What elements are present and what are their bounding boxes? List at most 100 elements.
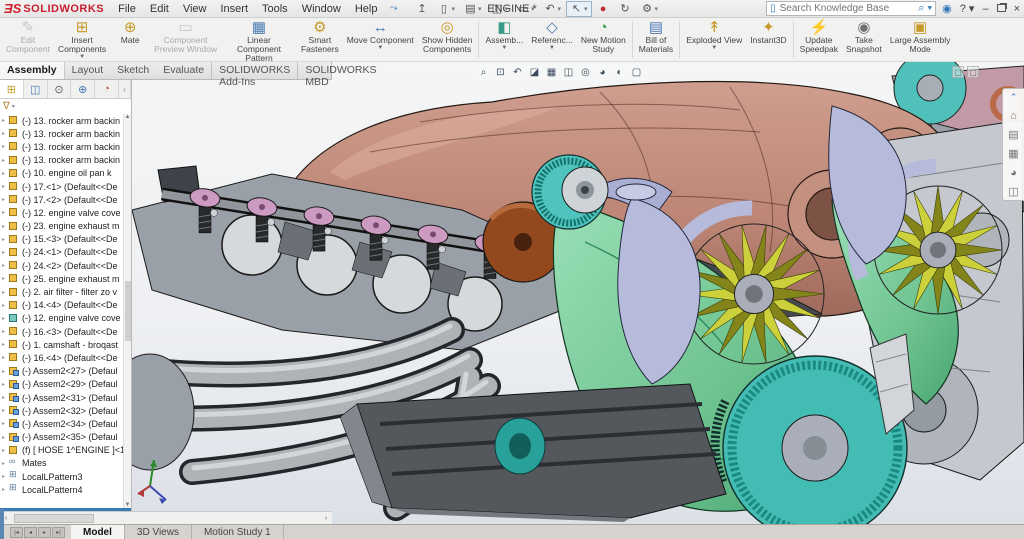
- expand-arrow-icon[interactable]: ▸: [2, 368, 9, 375]
- open-document-icon[interactable]: ▤▾: [460, 1, 486, 17]
- tree-item[interactable]: ▸(-) 2. air filter - filter zo v: [0, 285, 123, 298]
- login-icon[interactable]: ◉: [942, 2, 952, 15]
- tree-item[interactable]: ▸(-) 13. rocker arm backin: [0, 114, 123, 127]
- search-input[interactable]: [780, 3, 919, 14]
- graphics-area[interactable]: ⌕⊡↶◪▦◫◎◕◐▢ ▢ ▢ ⌃⌂▤▦◕◫: [0, 62, 1024, 524]
- dropdown-caret-icon[interactable]: ▼: [79, 54, 85, 60]
- bottom-tab-3d-views[interactable]: 3D Views: [125, 525, 192, 539]
- help-button[interactable]: ? ▾: [960, 2, 975, 15]
- tree-item[interactable]: ▸(-) 16.<3> (Default<<De: [0, 325, 123, 338]
- tree-filter-row[interactable]: ∇ ▾: [0, 99, 131, 114]
- horizontal-scrollbar[interactable]: ‹ ›: [0, 511, 332, 524]
- collapse-taskpane-icon[interactable]: ⌃: [1010, 91, 1018, 103]
- tree-item[interactable]: ▸(-) 24.<1> (Default<<De: [0, 246, 123, 259]
- move-component-button[interactable]: ↔Move Component▼: [343, 19, 418, 60]
- large-assembly-mode-button[interactable]: ▣Large Assembly Mode: [886, 19, 954, 60]
- tree-item[interactable]: ▸(-) 17.<2> (Default<<De: [0, 193, 123, 206]
- print-icon[interactable]: ▭▾: [513, 1, 539, 17]
- mate-button[interactable]: ⊕Mate: [110, 19, 150, 60]
- hscroll-right-icon[interactable]: ›: [320, 515, 332, 522]
- expand-arrow-icon[interactable]: ▸: [2, 170, 9, 177]
- show-hidden-components-button[interactable]: ◎Show Hidden Components: [418, 19, 477, 60]
- tree-item[interactable]: ▸(-) Assem2<31> (Defaul: [0, 391, 123, 404]
- design-library-icon[interactable]: ▤: [1008, 129, 1018, 141]
- expand-arrow-icon[interactable]: ▸: [2, 223, 9, 230]
- dropdown-caret-icon[interactable]: ▼: [711, 45, 717, 51]
- more-tabs[interactable]: ›: [119, 80, 131, 98]
- dropdown-caret-icon[interactable]: ▼: [377, 45, 383, 51]
- tab-solidworks-add-ins[interactable]: SOLIDWORKS Add-Ins: [211, 62, 297, 79]
- tree-item[interactable]: ▸(-) Assem2<27> (Defaul: [0, 365, 123, 378]
- options-icon[interactable]: ⚙▾: [637, 1, 663, 17]
- filter-caret-icon[interactable]: ▾: [12, 103, 15, 110]
- tree-item[interactable]: ▸(-) 16.<4> (Default<<De: [0, 351, 123, 364]
- apply-scene-icon[interactable]: ◐: [613, 66, 626, 79]
- scroll-down-icon[interactable]: ▼: [125, 502, 131, 508]
- expand-arrow-icon[interactable]: ▸: [2, 249, 9, 256]
- expand-arrow-icon[interactable]: ▸: [2, 354, 9, 361]
- engine-3d-model[interactable]: [0, 62, 1024, 524]
- assemb-button[interactable]: ◧Assemb...▼: [481, 19, 527, 60]
- expand-arrow-icon[interactable]: ▸: [2, 262, 9, 269]
- tree-item[interactable]: ▸⊞LocalLPattern4: [0, 483, 123, 496]
- menu-item-window[interactable]: Window: [296, 2, 347, 16]
- tree-item[interactable]: ▸(-) 15.<3> (Default<<De: [0, 233, 123, 246]
- expand-arrow-icon[interactable]: ▸: [2, 302, 9, 309]
- expand-arrow-icon[interactable]: ▸: [2, 209, 9, 216]
- rebuild-icon[interactable]: ●: [593, 1, 614, 17]
- zoom-area-icon[interactable]: ⊡: [494, 66, 507, 79]
- bottom-tab-motion-study-1[interactable]: Motion Study 1: [192, 525, 284, 539]
- expand-arrow-icon[interactable]: ▸: [2, 275, 9, 282]
- new-motion-study-button[interactable]: ◔New Motion Study: [577, 19, 630, 60]
- take-snapshot-button[interactable]: ◉Take Snapshot: [842, 19, 886, 60]
- expand-arrow-icon[interactable]: ▸: [2, 407, 9, 414]
- dimxpertmanager-tab[interactable]: ⊕: [71, 80, 95, 98]
- referenc-button[interactable]: ◇Referenc...▼: [527, 19, 577, 60]
- tree-item[interactable]: ▸⊞LocalLPattern3: [0, 470, 123, 483]
- previous-view-icon[interactable]: ↶: [511, 66, 524, 79]
- tree-item[interactable]: ▸(-) 10. engine oil pan k: [0, 167, 123, 180]
- tree-item[interactable]: ▸∞Mates: [0, 457, 123, 470]
- expand-arrow-icon[interactable]: ▸: [2, 289, 9, 296]
- section-view-icon[interactable]: ◪: [528, 66, 541, 79]
- menu-item-help[interactable]: Help: [349, 2, 384, 16]
- update-speedpak-button[interactable]: ⚡Update Speedpak: [796, 19, 842, 60]
- custom-properties-icon[interactable]: ◫: [1008, 186, 1018, 198]
- mini-button-1[interactable]: ▢: [952, 66, 964, 78]
- tree-item[interactable]: ▸(-) 24.<2> (Default<<De: [0, 259, 123, 272]
- select-icon[interactable]: ↖▾: [566, 1, 592, 17]
- scroll-up-icon[interactable]: ▲: [125, 114, 131, 120]
- tab-layout[interactable]: Layout: [65, 62, 111, 79]
- tab-scroll-button-0[interactable]: |◂: [10, 527, 23, 538]
- bottom-tab-model[interactable]: Model: [71, 525, 125, 539]
- tree-vertical-scrollbar[interactable]: ▲ ▼: [123, 114, 131, 508]
- expand-arrow-icon[interactable]: ▸: [2, 130, 9, 137]
- file-properties-icon[interactable]: ↻: [615, 1, 636, 17]
- smart-fasteners-button[interactable]: ⚙Smart Fasteners: [297, 19, 343, 60]
- shortcut-bar-icon[interactable]: ↥: [411, 1, 432, 17]
- tree-item[interactable]: ▸(-) 12. engine valve cove: [0, 206, 123, 219]
- expand-arrow-icon[interactable]: ▸: [2, 434, 9, 441]
- edit-appearance-icon[interactable]: ◕: [596, 66, 609, 79]
- expand-arrow-icon[interactable]: ▸: [2, 117, 9, 124]
- tab-scroll-button-1[interactable]: ◂: [24, 527, 37, 538]
- tree-item[interactable]: ▸(-) Assem2<32> (Defaul: [0, 404, 123, 417]
- expand-arrow-icon[interactable]: ▸: [2, 157, 9, 164]
- expand-arrow-icon[interactable]: ▸: [2, 328, 9, 335]
- file-explorer-icon[interactable]: ▦: [1008, 148, 1018, 160]
- search-icon[interactable]: ⌕ ▾: [918, 2, 932, 15]
- tab-sketch[interactable]: Sketch: [110, 62, 156, 79]
- expand-arrow-icon[interactable]: ▸: [2, 394, 9, 401]
- tree-item[interactable]: ▸(-) Assem2<34> (Defaul: [0, 417, 123, 430]
- tab-solidworks-mbd[interactable]: SOLIDWORKS MBD: [297, 62, 383, 79]
- expand-arrow-icon[interactable]: ▸: [2, 341, 9, 348]
- tree-item[interactable]: ▸(-) 13. rocker arm backin: [0, 154, 123, 167]
- tree-item[interactable]: ▸(-) Assem2<35> (Defaul: [0, 431, 123, 444]
- menu-item-insert[interactable]: Insert: [214, 2, 254, 16]
- tree-item[interactable]: ▸(-) Assem2<29> (Defaul: [0, 378, 123, 391]
- save-icon[interactable]: ◫▾: [486, 1, 512, 17]
- menu-item-view[interactable]: View: [177, 2, 213, 16]
- mini-button-2[interactable]: ▢: [967, 66, 979, 78]
- hide-show-items-icon[interactable]: ◎: [579, 66, 592, 79]
- undo-icon[interactable]: ↶▾: [540, 1, 566, 17]
